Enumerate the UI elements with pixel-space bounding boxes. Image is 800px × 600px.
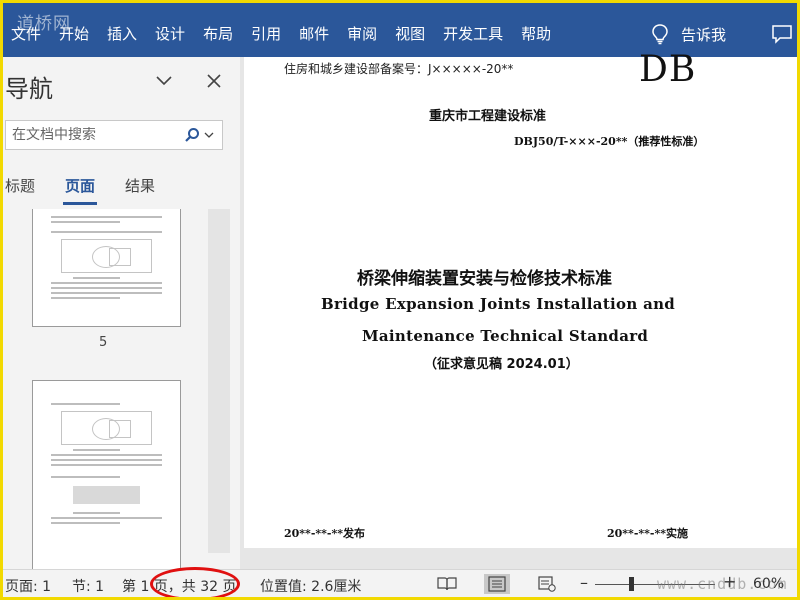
thumb-text-line xyxy=(51,403,120,405)
thumb-figure xyxy=(73,486,140,504)
read-mode-button[interactable] xyxy=(434,574,460,594)
tell-me-label: 告诉我 xyxy=(681,25,727,44)
standard-code: DBJ50/T-×××-20**（推荐性标准） xyxy=(514,135,705,148)
tab-home[interactable]: 开始 xyxy=(50,23,98,45)
thumb-text-line xyxy=(51,287,162,289)
thumb-text-line xyxy=(51,464,162,466)
tab-layout[interactable]: 布局 xyxy=(194,23,242,45)
nav-tab-pages[interactable]: 页面 xyxy=(63,175,98,205)
page-thumbnail-5[interactable] xyxy=(32,209,181,327)
nav-tab-results[interactable]: 结果 xyxy=(125,175,155,203)
record-number: 住房和城乡建设部备案号：J×××××-20** xyxy=(284,62,514,76)
web-layout-button[interactable] xyxy=(534,574,560,594)
zoom-slider-thumb[interactable] xyxy=(628,577,634,591)
tab-developer[interactable]: 开发工具 xyxy=(434,23,512,45)
thumb-text-line xyxy=(51,522,120,524)
chevron-down-icon[interactable] xyxy=(155,75,173,87)
page-gap xyxy=(244,548,797,569)
db-mark: DB xyxy=(639,49,697,90)
release-date: 20**-**-**发布 xyxy=(284,527,365,540)
tab-mailings[interactable]: 邮件 xyxy=(290,23,338,45)
zoom-out-button[interactable]: – xyxy=(580,573,588,592)
web-layout-icon xyxy=(538,576,556,592)
ribbon-tabs: 文件 开始 插入 设计 布局 引用 邮件 审阅 视图 开发工具 帮助 xyxy=(3,23,560,45)
tab-references[interactable]: 引用 xyxy=(242,23,290,45)
thumb-text-line xyxy=(51,459,162,461)
close-icon[interactable] xyxy=(207,74,221,88)
zoom-level[interactable]: 60% xyxy=(753,576,784,592)
lightbulb-icon xyxy=(652,24,668,45)
thumb-text-line xyxy=(51,282,162,284)
implement-date: 20**-**-**实施 xyxy=(607,527,688,540)
status-bar: 页面: 1 节: 1 第 1 页，共 32 页 位置值: 2.6厘米 – www… xyxy=(3,569,797,597)
search-options-dropdown-icon[interactable] xyxy=(204,131,214,139)
document-title-en-line2: Maintenance Technical Standard xyxy=(362,327,649,345)
thumb-text-line xyxy=(73,449,120,451)
status-position[interactable]: 位置值: 2.6厘米 xyxy=(260,576,361,596)
tab-insert[interactable]: 插入 xyxy=(98,23,146,45)
thumb-figure xyxy=(61,411,152,445)
thumb-text-line xyxy=(73,277,120,279)
tab-view[interactable]: 视图 xyxy=(386,23,434,45)
thumb-text-line xyxy=(51,297,120,299)
thumb-text-line xyxy=(51,454,162,456)
document-title-zh: 桥梁伸缩装置安装与检修技术标准 xyxy=(357,269,612,289)
book-icon xyxy=(437,577,457,591)
tab-review[interactable]: 审阅 xyxy=(338,23,386,45)
document-page[interactable]: 住房和城乡建设部备案号：J×××××-20** DB 重庆市工程建设标准 DBJ… xyxy=(244,49,797,548)
nav-tabs: 标题 页面 结果 xyxy=(5,175,155,205)
thumb-text-line xyxy=(51,517,162,519)
tell-me-box[interactable]: 告诉我 xyxy=(649,23,726,45)
tab-design[interactable]: 设计 xyxy=(146,23,194,45)
status-section[interactable]: 节: 1 xyxy=(72,576,104,596)
thumb-text-line xyxy=(51,231,162,233)
comment-icon[interactable] xyxy=(771,24,793,44)
thumb-text-line xyxy=(51,292,162,294)
zoom-in-button[interactable]: + xyxy=(723,572,736,591)
document-title-en-line1: Bridge Expansion Joints Installation and xyxy=(321,295,676,313)
search-input[interactable] xyxy=(6,127,182,143)
word-window: 道桥网 文件 开始 插入 设计 布局 引用 邮件 审阅 视图 开发工具 帮助 告… xyxy=(3,3,797,597)
thumb-text-line xyxy=(51,476,120,478)
thumb-text-line xyxy=(51,216,162,218)
page-thumbnails: 5 xyxy=(3,209,240,569)
annotation-circle xyxy=(150,567,240,597)
page-layout-icon xyxy=(488,576,506,592)
thumb-figure xyxy=(61,239,152,273)
thumb-text-line xyxy=(51,221,120,223)
nav-search-box xyxy=(5,120,223,150)
thumb-text-line xyxy=(73,512,120,514)
search-icon[interactable] xyxy=(184,127,200,143)
nav-tab-headings[interactable]: 标题 xyxy=(5,175,35,203)
navigation-pane: 导航 标题 页面 结果 xyxy=(3,57,240,569)
page-thumbnail-6[interactable] xyxy=(32,380,181,569)
status-page[interactable]: 页面: 1 xyxy=(5,576,51,596)
tab-help[interactable]: 帮助 xyxy=(512,23,560,45)
nav-scrollbar[interactable] xyxy=(208,209,230,553)
thumbnail-page-number: 5 xyxy=(99,335,108,350)
draft-note: （征求意见稿 2024.01） xyxy=(424,357,579,372)
tab-file[interactable]: 文件 xyxy=(3,23,50,45)
print-layout-button[interactable] xyxy=(484,574,510,594)
standard-category: 重庆市工程建设标准 xyxy=(429,109,547,124)
nav-title: 导航 xyxy=(5,75,53,103)
